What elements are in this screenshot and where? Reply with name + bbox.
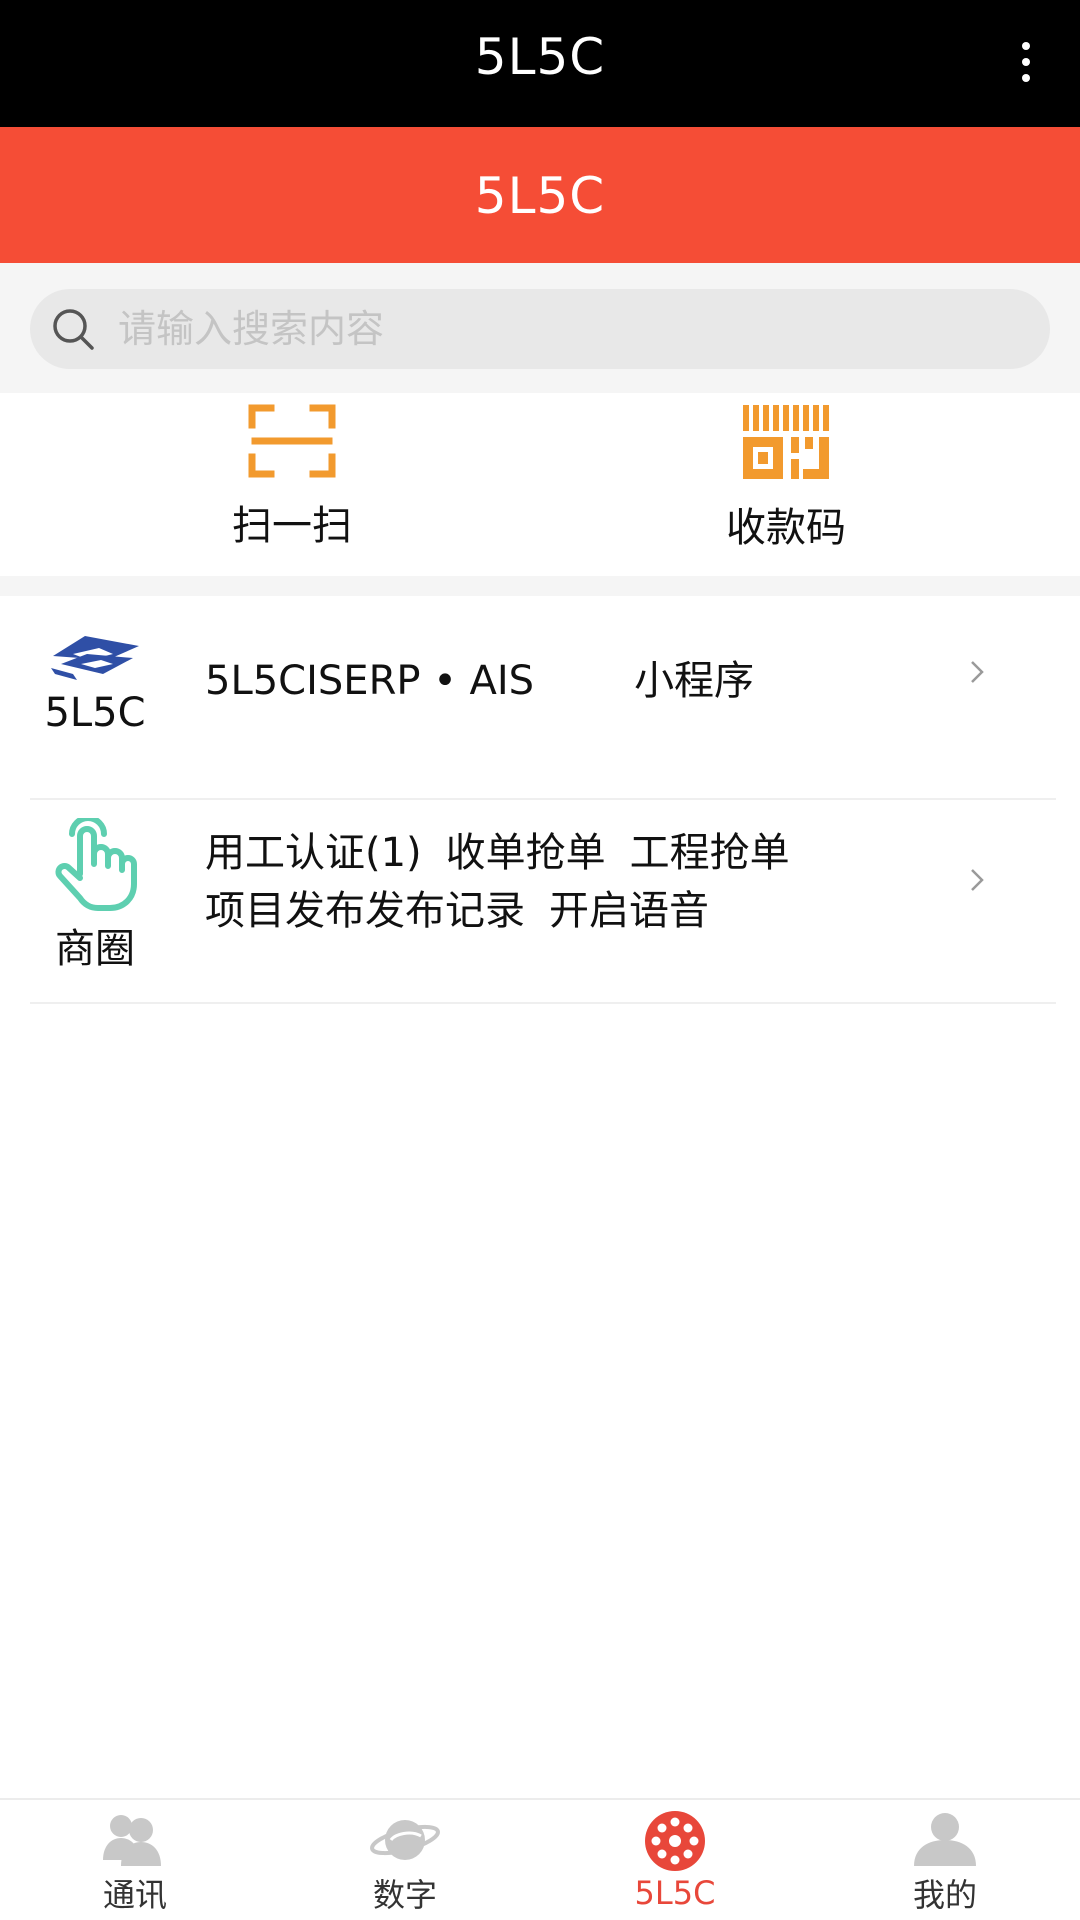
row-separator	[30, 1002, 1056, 1004]
publish-records-link[interactable]: 发布记录	[365, 888, 525, 934]
tab-profile[interactable]: 我的	[810, 1800, 1080, 1920]
wheel-icon	[645, 1811, 705, 1871]
bottom-tab-bar: 通讯 数字 5L5C 我的	[0, 1798, 1080, 1920]
app-title: 5L5C	[474, 28, 606, 86]
search-box[interactable]	[30, 289, 1050, 369]
tab-contacts[interactable]: 通讯	[0, 1800, 270, 1920]
link-line-1: 用工认证(1) 收单抢单 工程抢单	[205, 824, 790, 882]
list-item-5l5c[interactable]: 5L5C 5L5CISERP • AIS 小程序	[0, 596, 1080, 800]
tab-label: 数字	[372, 1876, 437, 1914]
order-grab-link[interactable]: 收单抢单	[446, 830, 606, 876]
list-item-text: 5L5CISERP • AIS 小程序	[205, 652, 754, 710]
brand-header: 5L5C	[0, 127, 1080, 263]
tab-5l5c[interactable]: 5L5C	[540, 1800, 810, 1920]
payment-code-label: 收款码	[726, 505, 846, 551]
erp-link[interactable]: 5L5CISERP • AIS	[205, 658, 534, 704]
scan-button[interactable]: 扫一扫	[142, 403, 442, 563]
search-icon	[53, 309, 94, 350]
mini-program-link[interactable]: 小程序	[634, 658, 754, 704]
link-line-2: 项目发布发布记录 开启语音	[205, 882, 790, 940]
list-item-business-circle[interactable]: 商圈 用工认证(1) 收单抢单 工程抢单 项目发布发布记录 开启语音	[0, 800, 1080, 1004]
tab-digital[interactable]: 数字	[270, 1800, 540, 1920]
list-item-caption: 商圈	[55, 926, 135, 972]
search-input[interactable]	[118, 299, 1018, 359]
tab-label: 我的	[912, 1876, 977, 1914]
payment-code-icon	[743, 405, 829, 479]
project-grab-link[interactable]: 工程抢单	[630, 830, 790, 876]
page-title: 5L5C	[474, 167, 606, 225]
scan-icon	[248, 404, 336, 478]
chevron-right-icon[interactable]	[966, 652, 990, 692]
title-bar: 5L5C	[0, 0, 1080, 127]
tab-label: 5L5C	[634, 1874, 716, 1912]
planet-icon	[370, 1820, 440, 1860]
list-item-icon-column: 5L5C	[30, 628, 160, 736]
list-item-text: 用工认证(1) 收单抢单 工程抢单 项目发布发布记录 开启语音	[205, 824, 790, 940]
chevron-right-icon[interactable]	[966, 860, 990, 900]
scan-label: 扫一扫	[232, 503, 352, 549]
profile-icon	[914, 1813, 976, 1866]
employment-cert-link[interactable]: 用工认证(1)	[205, 830, 422, 876]
section-divider	[0, 576, 1080, 596]
search-area	[0, 263, 1080, 393]
contacts-icon	[103, 1815, 161, 1866]
quick-actions: 扫一扫 收款码	[0, 393, 1080, 576]
list-item-caption: 5L5C	[44, 690, 146, 736]
project-publish-link[interactable]: 项目发布	[205, 888, 365, 934]
payment-code-button[interactable]: 收款码	[636, 403, 936, 563]
logo-icon	[51, 636, 139, 680]
more-vertical-icon[interactable]	[1002, 38, 1050, 86]
list-item-icon-column: 商圈	[30, 815, 160, 974]
enable-voice-link[interactable]: 开启语音	[549, 888, 709, 934]
tab-label: 通讯	[102, 1876, 167, 1914]
hand-tap-icon	[55, 815, 137, 911]
